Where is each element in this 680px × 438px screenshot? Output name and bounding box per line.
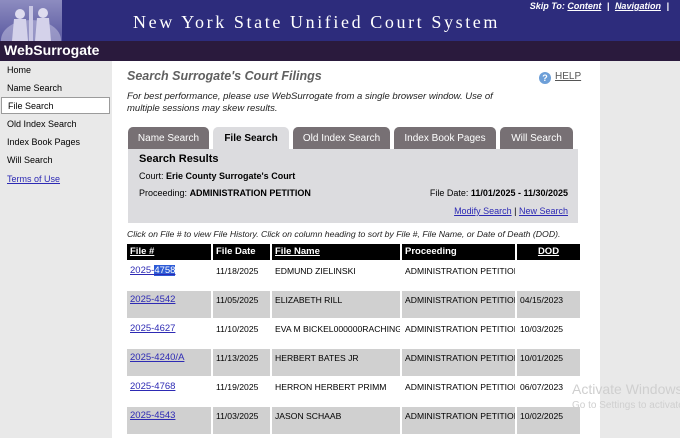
tab-index-book-pages[interactable]: Index Book Pages (394, 127, 496, 149)
dod-cell: 04/15/2023 (517, 291, 580, 318)
app-title: WebSurrogate (4, 42, 100, 58)
table-row: 2025-4627 11/10/2025 EVA M BICKEL000000RAC… (127, 320, 580, 347)
file-number-link[interactable]: 2025-4542 (127, 291, 211, 318)
file-date-cell: 11/19/2025 (213, 378, 270, 405)
table-row: 2025-4543 11/03/2025 JASON SCHAAB ADMINISTR… (127, 407, 580, 434)
sidebar-item-name-search[interactable]: Name Search (0, 80, 110, 97)
sidebar-item-home[interactable]: Home (0, 62, 110, 79)
file-number-text[interactable]: 2025- (130, 265, 154, 276)
proceeding-cell: ADMINISTRATION PETITION (402, 262, 515, 289)
results-title: Search Results (139, 153, 219, 165)
file-number-text[interactable]: 2025-4627 (130, 323, 175, 334)
court-value: Erie County Surrogate's Court (166, 171, 296, 181)
proceeding-cell: ADMINISTRATION PETITION (402, 407, 515, 434)
file-number-text[interactable]: 2025-4768 (130, 381, 175, 392)
court-seal-image (0, 0, 62, 41)
header-dod[interactable]: DOD (517, 244, 580, 260)
search-results-panel: Search Results Court: Erie County Surrog… (128, 149, 578, 223)
file-number-text[interactable]: 2025-4543 (130, 410, 175, 421)
file-name-cell: ELIZABETH RILL (272, 291, 400, 318)
page-title: Search Surrogate's Court Filings (127, 69, 322, 83)
sidebar: Home Name Search File Search Old Index S… (0, 61, 112, 438)
file-name-cell: HERRON HERBERT PRIMM (272, 378, 400, 405)
dod-cell: 10/02/2025 (517, 407, 580, 434)
file-date-cell: 11/05/2025 (213, 291, 270, 318)
file-date-cell: 11/18/2025 (213, 262, 270, 289)
sidebar-item-file-search[interactable]: File Search (1, 97, 110, 114)
skip-navigation-link[interactable]: Navigation (615, 1, 661, 11)
tab-old-index-search[interactable]: Old Index Search (293, 127, 390, 149)
file-date-cell: 11/13/2025 (213, 349, 270, 376)
file-name-cell: JASON SCHAAB (272, 407, 400, 434)
modify-search-link[interactable]: Modify Search (454, 206, 512, 216)
sidebar-item-will-search[interactable]: Will Search (0, 152, 110, 169)
table-row: 2025-4542 11/05/2025 ELIZABETH RILL ADMINIS… (127, 291, 580, 318)
table-instructions: Click on File # to view File History. Cl… (127, 229, 561, 239)
file-date-cell: 11/10/2025 (213, 320, 270, 347)
skip-separator: | (606, 1, 610, 11)
performance-notice: For best performance, please use WebSurr… (127, 91, 493, 114)
proceeding-value: ADMINISTRATION PETITION (189, 188, 311, 198)
tab-will-search[interactable]: Will Search (500, 127, 573, 149)
file-number-link[interactable]: 2025-4543 (127, 407, 211, 434)
file-number-link[interactable]: 2025-4768 (127, 378, 211, 405)
table-row: 2025-4768 11/19/2025 HERRON HERBERT PRIMM A… (127, 378, 580, 405)
court-label: Court: (139, 171, 164, 181)
search-links: Modify Search | New Search (454, 206, 568, 216)
header-proceeding: Proceeding (402, 244, 515, 260)
proceeding-cell: ADMINISTRATION PETITION (402, 320, 515, 347)
question-icon[interactable]: ? (539, 72, 551, 84)
proceeding-line: Proceeding: ADMINISTRATION PETITION (139, 188, 311, 198)
skip-separator: | (666, 1, 669, 11)
file-name-cell: EVA M BICKEL000000RACHINGER (272, 320, 400, 347)
skip-label: Skip To: (529, 1, 565, 11)
sidebar-item-terms-of-use[interactable]: Terms of Use (0, 171, 110, 188)
skip-content-link[interactable]: Content (567, 1, 601, 11)
sidebar-item-index-book-pages[interactable]: Index Book Pages (0, 134, 110, 151)
proceeding-cell: ADMINISTRATION PETITION (402, 291, 515, 318)
file-date-cell: 11/03/2025 (213, 407, 270, 434)
activation-watermark-title: Activate Windows (572, 381, 680, 397)
new-search-link[interactable]: New Search (519, 206, 568, 216)
file-name-cell: EDMUND ZIELINSKI (272, 262, 400, 289)
dod-cell: 06/07/2023 (517, 378, 580, 405)
file-date-label: File Date: (429, 188, 469, 198)
header-file-number[interactable]: File # (127, 244, 211, 260)
table-row: 2025-4240/A 11/13/2025 HERBERT BATES JR ADM… (127, 349, 580, 376)
dod-cell (517, 262, 580, 289)
file-name-cell: HERBERT BATES JR (272, 349, 400, 376)
banner-title: New York State Unified Court System (133, 12, 500, 32)
sidebar-item-old-index-search[interactable]: Old Index Search (0, 116, 110, 133)
file-number-text[interactable]: 2025-4240/A (130, 352, 184, 363)
file-number-link[interactable]: 2025-4627 (127, 320, 211, 347)
proceeding-label: Proceeding: (139, 188, 188, 198)
skip-links: Skip To: Content | Navigation | (530, 1, 672, 11)
file-date-value: 11/01/2025 - 11/30/2025 (470, 188, 568, 198)
dod-cell: 10/03/2025 (517, 320, 580, 347)
court-line: Court: Erie County Surrogate's Court (139, 171, 295, 181)
activation-watermark-text: Go to Settings to activate Wi (572, 400, 680, 411)
header-file-name[interactable]: File Name (272, 244, 400, 260)
link-separator: | (514, 206, 517, 216)
tab-name-search[interactable]: Name Search (128, 127, 209, 149)
app-title-bar: WebSurrogate (0, 41, 680, 61)
file-number-link[interactable]: 2025-4240/A (127, 349, 211, 376)
site-banner: New York State Unified Court System Skip… (0, 0, 680, 41)
tab-file-search[interactable]: File Search (213, 127, 289, 149)
file-number-link[interactable]: 2025-4758 (127, 262, 211, 289)
proceeding-cell: ADMINISTRATION PETITION (402, 378, 515, 405)
proceeding-cell: ADMINISTRATION PETITION (402, 349, 515, 376)
dod-cell: 10/01/2025 (517, 349, 580, 376)
file-number-selection[interactable]: 4758 (154, 265, 176, 276)
main-panel: Search Surrogate's Court Filings ? HELP F… (113, 61, 600, 438)
help-link[interactable]: ? HELP (539, 71, 581, 84)
header-file-date: File Date (213, 244, 270, 260)
table-row: 2025-4758 11/18/2025 EDMUND ZIELINSKI ADMIN… (127, 262, 580, 289)
file-date-line: File Date: 11/01/2025 - 11/30/2025 (430, 188, 568, 198)
file-number-text[interactable]: 2025-4542 (130, 294, 175, 305)
help-label[interactable]: HELP (555, 71, 581, 82)
